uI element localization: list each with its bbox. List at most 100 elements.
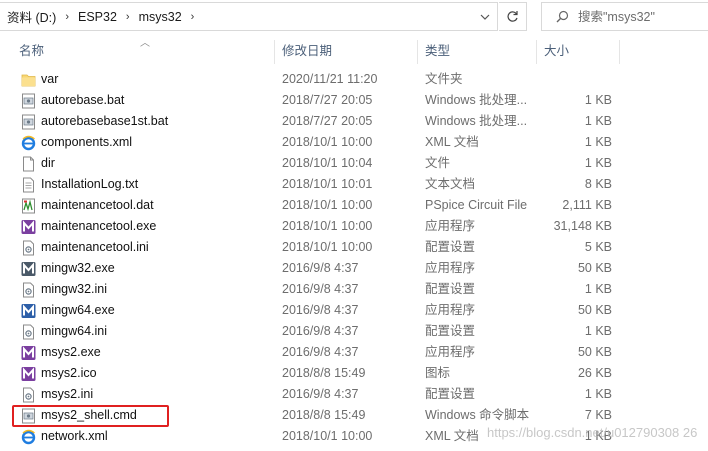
file-name: maintenancetool.exe bbox=[41, 219, 157, 233]
file-row[interactable]: mingw64.ini 2016/9/8 4:37 配置设置 1 KB bbox=[0, 321, 708, 342]
msys-purple-icon bbox=[21, 219, 36, 235]
column-header-date[interactable]: 修改日期 bbox=[275, 40, 418, 64]
file-size: 1 KB bbox=[584, 114, 612, 128]
file-date: 2016/9/8 4:37 bbox=[282, 387, 359, 401]
file-name: mingw32.exe bbox=[41, 261, 115, 275]
file-type: 文件 bbox=[425, 156, 451, 170]
file-date: 2018/10/1 10:01 bbox=[282, 177, 373, 191]
file-row[interactable]: msys2_shell.cmd 2018/8/8 15:49 Windows 命令脚… bbox=[0, 405, 708, 426]
batch-file-icon bbox=[21, 408, 36, 424]
ie-xml-icon bbox=[21, 429, 36, 445]
file-row[interactable]: msys2.exe 2016/9/8 4:37 应用程序 50 KB bbox=[0, 342, 708, 363]
file-date: 2016/9/8 4:37 bbox=[282, 282, 359, 296]
ini-file-icon bbox=[21, 240, 36, 256]
file-list: var 2020/11/21 11:20 文件夹 autorebase.bat 2018… bbox=[0, 69, 708, 447]
ini-file-icon bbox=[21, 282, 36, 298]
msys-purple-icon bbox=[21, 366, 36, 382]
file-name: InstallationLog.txt bbox=[41, 177, 139, 191]
file-name: msys2.exe bbox=[41, 345, 101, 359]
search-box[interactable] bbox=[541, 2, 708, 31]
file-type: 文件夹 bbox=[425, 72, 463, 86]
file-size: 1 KB bbox=[584, 135, 612, 149]
file-name: mingw64.exe bbox=[41, 303, 115, 317]
file-name: msys2.ico bbox=[41, 366, 97, 380]
address-history-dropdown[interactable] bbox=[473, 3, 497, 30]
file-date: 2016/9/8 4:37 bbox=[282, 345, 359, 359]
watermark: https://blog.csdn.net/u012790308 26 bbox=[487, 425, 698, 440]
file-date: 2018/7/27 20:05 bbox=[282, 114, 373, 128]
column-header-size[interactable]: 大小 bbox=[537, 40, 620, 64]
ini-file-icon bbox=[21, 387, 36, 403]
breadcrumb-msys32[interactable]: msys32 bbox=[139, 10, 182, 24]
file-size: 7 KB bbox=[584, 408, 612, 422]
file-type: 配置设置 bbox=[425, 387, 476, 401]
file-name: dir bbox=[41, 156, 55, 170]
file-date: 2018/10/1 10:04 bbox=[282, 156, 373, 170]
file-date: 2016/9/8 4:37 bbox=[282, 261, 359, 275]
breadcrumb-drive[interactable]: 资料 (D:) bbox=[7, 7, 56, 26]
file-row[interactable]: var 2020/11/21 11:20 文件夹 bbox=[0, 69, 708, 90]
mingw32-icon bbox=[21, 261, 36, 277]
file-size: 8 KB bbox=[584, 177, 612, 191]
file-name: var bbox=[41, 72, 59, 86]
file-name: maintenancetool.ini bbox=[41, 240, 149, 254]
file-size: 1 KB bbox=[584, 324, 612, 338]
breadcrumb-separator[interactable]: › bbox=[191, 11, 195, 23]
file-date: 2018/10/1 10:00 bbox=[282, 240, 373, 254]
search-input[interactable] bbox=[578, 9, 688, 24]
file-date: 2018/8/8 15:49 bbox=[282, 408, 366, 422]
chevron-down-icon bbox=[480, 14, 490, 20]
file-name: autorebasebase1st.bat bbox=[41, 114, 169, 128]
file-size: 1 KB bbox=[584, 282, 612, 296]
file-date: 2018/10/1 10:00 bbox=[282, 219, 373, 233]
file-row[interactable]: autorebasebase1st.bat 2018/7/27 20:05 Wind… bbox=[0, 111, 708, 132]
file-date: 2018/10/1 10:00 bbox=[282, 198, 373, 212]
file-name: mingw64.ini bbox=[41, 324, 108, 338]
column-header-name[interactable]: 名称 bbox=[12, 40, 275, 64]
column-header-row: 名称 修改日期 类型 大小 bbox=[0, 40, 708, 64]
file-type: 配置设置 bbox=[425, 282, 476, 296]
file-size: 50 KB bbox=[577, 303, 612, 317]
file-date: 2016/9/8 4:37 bbox=[282, 324, 359, 338]
blank-file-icon bbox=[21, 156, 36, 172]
file-row[interactable]: maintenancetool.dat 2018/10/1 10:00 PSpice… bbox=[0, 195, 708, 216]
file-name: network.xml bbox=[41, 429, 108, 443]
file-row[interactable]: InstallationLog.txt 2018/10/1 10:01 文本文档 8 … bbox=[0, 174, 708, 195]
address-bar[interactable]: 资料 (D:) › ESP32 › msys32 › bbox=[0, 2, 498, 31]
file-type: 配置设置 bbox=[425, 324, 476, 338]
mingw64-icon bbox=[21, 303, 36, 319]
refresh-icon bbox=[507, 11, 518, 22]
file-row[interactable]: msys2.ini 2016/9/8 4:37 配置设置 1 KB bbox=[0, 384, 708, 405]
file-row[interactable]: components.xml 2018/10/1 10:00 XML 文档 1 KB bbox=[0, 132, 708, 153]
file-row[interactable]: maintenancetool.ini 2018/10/1 10:00 配置设置 5 … bbox=[0, 237, 708, 258]
file-size: 50 KB bbox=[577, 261, 612, 275]
file-date: 2018/7/27 20:05 bbox=[282, 93, 373, 107]
file-type: 图标 bbox=[425, 366, 451, 380]
file-type: PSpice Circuit File bbox=[425, 198, 528, 212]
file-name: autorebase.bat bbox=[41, 93, 125, 107]
refresh-button[interactable] bbox=[499, 2, 527, 31]
column-header-type[interactable]: 类型 bbox=[418, 40, 537, 64]
breadcrumb-esp32[interactable]: ESP32 bbox=[78, 10, 117, 24]
file-row[interactable]: maintenancetool.exe 2018/10/1 10:00 应用程序 31… bbox=[0, 216, 708, 237]
file-size: 26 KB bbox=[577, 366, 612, 380]
breadcrumb-separator[interactable]: › bbox=[126, 11, 130, 23]
file-row[interactable]: mingw64.exe 2016/9/8 4:37 应用程序 50 KB bbox=[0, 300, 708, 321]
file-size: 31,148 KB bbox=[553, 219, 612, 233]
text-file-icon bbox=[21, 177, 36, 193]
file-row[interactable]: msys2.ico 2018/8/8 15:49 图标 26 KB bbox=[0, 363, 708, 384]
file-type: 应用程序 bbox=[425, 261, 476, 275]
file-row[interactable]: autorebase.bat 2018/7/27 20:05 Windows 批处理… bbox=[0, 90, 708, 111]
file-date: 2018/10/1 10:00 bbox=[282, 429, 373, 443]
file-type: 应用程序 bbox=[425, 303, 476, 317]
breadcrumb-separator[interactable]: › bbox=[65, 11, 69, 23]
ie-xml-icon bbox=[21, 135, 36, 151]
file-date: 2018/8/8 15:49 bbox=[282, 366, 366, 380]
file-size: 5 KB bbox=[584, 240, 612, 254]
file-name: msys2.ini bbox=[41, 387, 94, 401]
file-date: 2020/11/21 11:20 bbox=[282, 72, 378, 86]
file-row[interactable]: mingw32.ini 2016/9/8 4:37 配置设置 1 KB bbox=[0, 279, 708, 300]
file-row[interactable]: mingw32.exe 2016/9/8 4:37 应用程序 50 KB bbox=[0, 258, 708, 279]
folder-icon bbox=[21, 72, 36, 88]
file-row[interactable]: dir 2018/10/1 10:04 文件 1 KB bbox=[0, 153, 708, 174]
